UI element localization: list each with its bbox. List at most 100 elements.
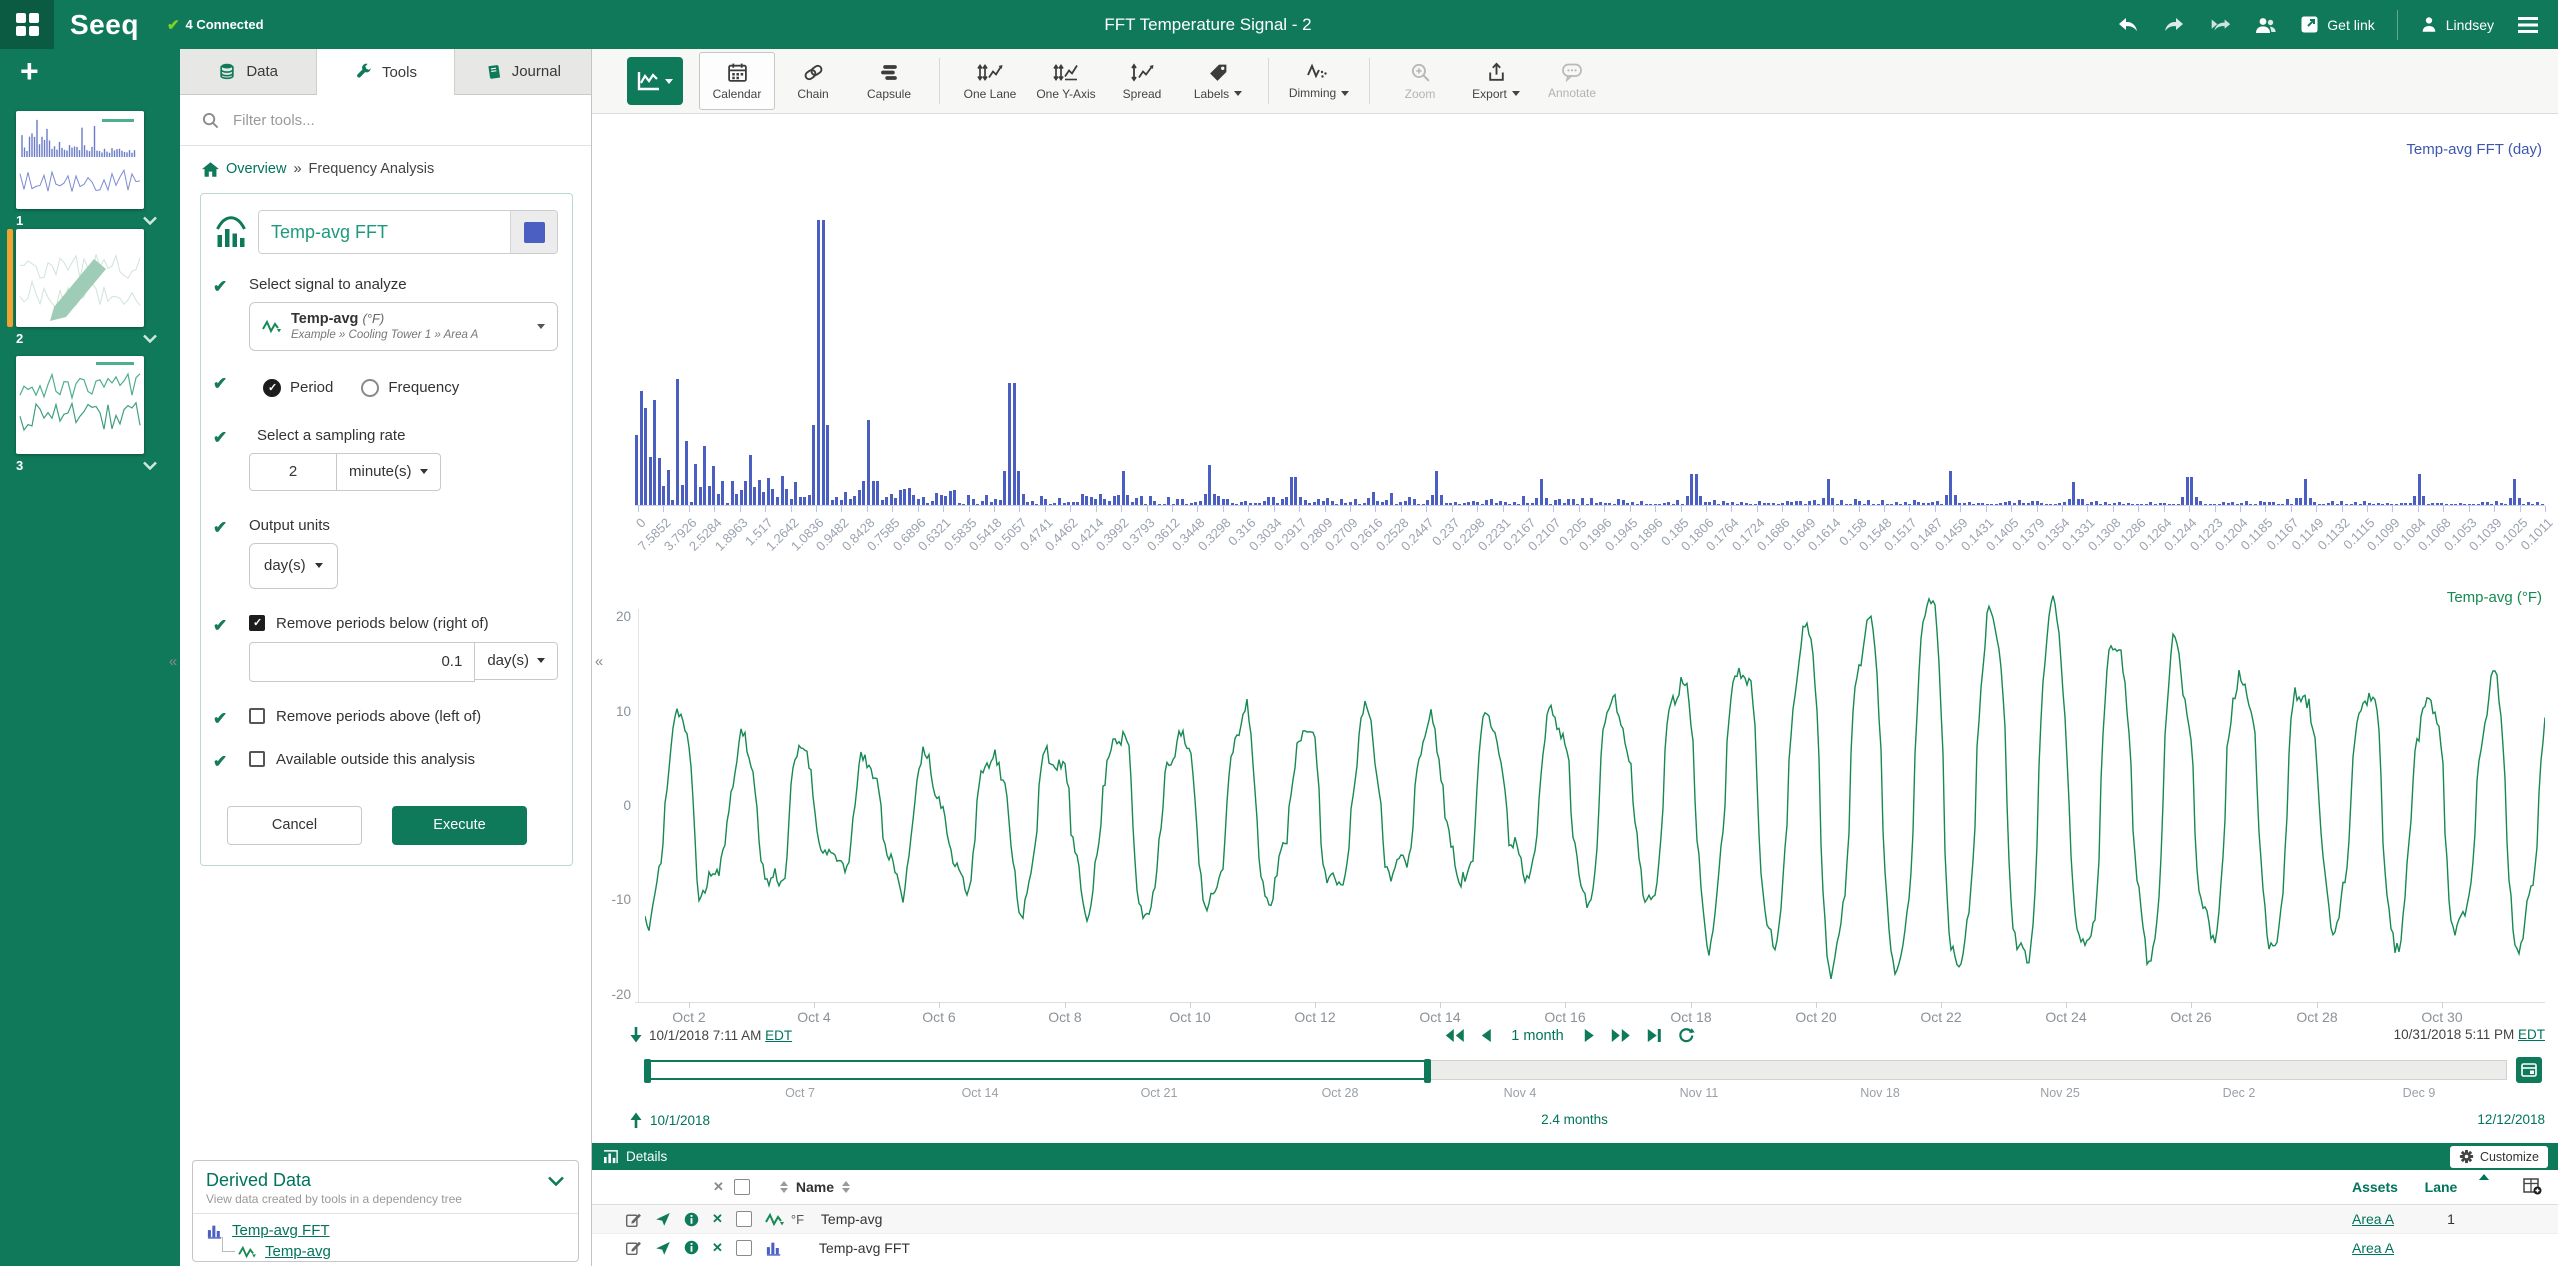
remove-below-unit-dropdown[interactable]: day(s): [475, 642, 558, 680]
investigate-end[interactable]: 12/12/2018: [2477, 1112, 2545, 1127]
tab-data[interactable]: Data: [180, 49, 317, 95]
toolbar-button-dimming[interactable]: Dimming: [1281, 52, 1357, 110]
timezone-link[interactable]: EDT: [765, 1028, 792, 1043]
row-checkbox[interactable]: [736, 1211, 752, 1227]
remove-below-value-input[interactable]: [249, 642, 475, 682]
edit-properties-icon[interactable]: [625, 1211, 642, 1228]
seeq-logo[interactable]: Seeq: [70, 9, 139, 41]
remove-item-icon[interactable]: ✕: [712, 1211, 723, 1227]
hamburger-menu-icon[interactable]: [2516, 14, 2540, 36]
display-range-start[interactable]: 10/1/2018 7:11 AM EDT: [630, 1027, 792, 1043]
user-menu[interactable]: Lindsey: [2420, 15, 2494, 34]
refresh-icon[interactable]: [1678, 1027, 1695, 1044]
row-checkbox[interactable]: [736, 1240, 752, 1256]
range-duration[interactable]: 1 month: [1511, 1028, 1563, 1044]
toolbar-button-chain[interactable]: Chain: [775, 52, 851, 110]
worksheet-thumbnail-3[interactable]: [16, 356, 144, 454]
name-cell[interactable]: Temp-avg: [821, 1211, 882, 1227]
add-worksheet-button[interactable]: +: [20, 57, 44, 85]
sampling-unit-dropdown[interactable]: minute(s): [337, 453, 441, 491]
tab-journal[interactable]: Journal: [455, 49, 591, 95]
investigate-start[interactable]: 10/1/2018: [630, 1112, 710, 1128]
select-all-checkbox[interactable]: [734, 1179, 750, 1195]
toolbar-button-capsule[interactable]: Capsule: [851, 52, 927, 110]
sort-icon[interactable]: [842, 1181, 850, 1193]
toolbar-button-export[interactable]: Export: [1458, 52, 1534, 110]
customize-button[interactable]: Customize: [2450, 1146, 2548, 1168]
info-icon[interactable]: [684, 1240, 699, 1255]
remove-below-checkbox-row[interactable]: Remove periods below (right of): [249, 615, 558, 632]
chevron-down-icon[interactable]: [142, 461, 158, 470]
timezone-link[interactable]: EDT: [2518, 1027, 2545, 1042]
investigate-duration[interactable]: 2.4 months: [1541, 1112, 1608, 1127]
sort-icon[interactable]: [780, 1181, 788, 1193]
chevron-down-icon[interactable]: [142, 216, 158, 225]
toolbar-button-labels[interactable]: Labels: [1180, 52, 1256, 110]
worksheet-thumbnail-2[interactable]: [16, 229, 144, 327]
range-handle-right[interactable]: [1424, 1059, 1431, 1083]
column-header-name[interactable]: Name: [796, 1179, 834, 1195]
column-header-assets[interactable]: Assets: [2352, 1179, 2398, 1195]
chevron-down-icon[interactable]: [142, 334, 158, 343]
send-to-icon[interactable]: [655, 1240, 671, 1256]
display-range-end[interactable]: 10/31/2018 5:11 PM EDT: [2394, 1027, 2545, 1042]
step-back-fast-button[interactable]: [1444, 1028, 1464, 1043]
investigate-range-slider[interactable]: [645, 1060, 2507, 1080]
remove-item-icon[interactable]: ✕: [712, 1240, 723, 1256]
signal-select-dropdown[interactable]: Temp-avg (°F) Example » Cooling Tower 1 …: [249, 302, 558, 351]
sort-ascending-icon[interactable]: [2479, 1174, 2489, 1180]
trend-line-chart[interactable]: [645, 580, 2545, 1025]
cancel-button[interactable]: Cancel: [227, 806, 362, 845]
toolbar-button-one-lane[interactable]: One Lane: [952, 52, 1028, 110]
details-row-temp-avg-fft[interactable]: ✕ Temp-avg FFT Area A: [591, 1233, 2558, 1261]
asset-link[interactable]: Area A: [2352, 1211, 2394, 1227]
tool-name-input[interactable]: [259, 211, 510, 253]
view-mode-dropdown-button[interactable]: [627, 57, 683, 105]
get-link-button[interactable]: Get link: [2300, 15, 2374, 34]
remove-above-checkbox-row[interactable]: Remove periods above (left of): [249, 708, 558, 725]
output-unit-dropdown[interactable]: day(s): [249, 543, 338, 589]
users-icon[interactable]: [2254, 14, 2278, 36]
collapse-worksheets-handle[interactable]: «: [166, 648, 180, 674]
breadcrumb-overview-link[interactable]: Overview: [226, 161, 286, 177]
info-icon[interactable]: [684, 1212, 699, 1227]
radio-frequency[interactable]: Frequency: [361, 379, 459, 397]
redo-all-icon[interactable]: [2208, 14, 2232, 36]
tab-tools[interactable]: Tools: [317, 49, 454, 95]
fft-bar-chart[interactable]: [591, 139, 2558, 505]
available-outside-checkbox-row[interactable]: Available outside this analysis: [249, 751, 558, 768]
sampling-rate-input[interactable]: [249, 453, 337, 491]
toolbar-button-one-y-axis[interactable]: One Y-Axis: [1028, 52, 1104, 110]
step-back-button[interactable]: [1480, 1028, 1491, 1043]
connection-status[interactable]: ✔ 4 Connected: [167, 16, 264, 34]
redo-icon[interactable]: [2162, 14, 2186, 36]
step-forward-fast-button[interactable]: [1611, 1028, 1631, 1043]
toolbar-button-calendar[interactable]: Calendar: [699, 52, 775, 110]
apps-grid-button[interactable]: [0, 0, 54, 49]
send-to-icon[interactable]: [655, 1211, 671, 1227]
selected-range[interactable]: [646, 1060, 1429, 1080]
color-swatch-button[interactable]: [510, 211, 557, 253]
asset-link[interactable]: Area A: [2352, 1240, 2394, 1256]
derived-item-link[interactable]: Temp-avg FFT: [232, 1222, 330, 1239]
column-header-lane[interactable]: Lane: [2419, 1179, 2463, 1195]
details-row-temp-avg[interactable]: ✕ °F Temp-avg Area A 1: [591, 1205, 2558, 1233]
filter-tools-input[interactable]: [231, 111, 569, 130]
worksheet-thumbnail-1[interactable]: [16, 111, 144, 209]
execute-button[interactable]: Execute: [392, 806, 527, 845]
home-icon[interactable]: [202, 162, 219, 177]
remove-all-icon[interactable]: ✕: [713, 1179, 724, 1195]
chevron-down-icon[interactable]: [547, 1176, 565, 1186]
edit-properties-icon[interactable]: [625, 1239, 642, 1256]
undo-icon[interactable]: [2116, 14, 2140, 36]
range-handle-left[interactable]: [644, 1059, 651, 1083]
toolbar-button-spread[interactable]: Spread: [1104, 52, 1180, 110]
derived-item-link[interactable]: Temp-avg: [265, 1243, 331, 1260]
edit-investigate-range-button[interactable]: [2516, 1057, 2542, 1083]
step-forward-button[interactable]: [1584, 1028, 1595, 1043]
collapse-tools-panel-handle[interactable]: «: [592, 648, 606, 674]
radio-period[interactable]: Period: [263, 379, 333, 397]
name-cell[interactable]: Temp-avg FFT: [819, 1240, 910, 1256]
add-column-icon[interactable]: [2523, 1178, 2542, 1198]
step-to-end-button[interactable]: [1647, 1028, 1662, 1043]
